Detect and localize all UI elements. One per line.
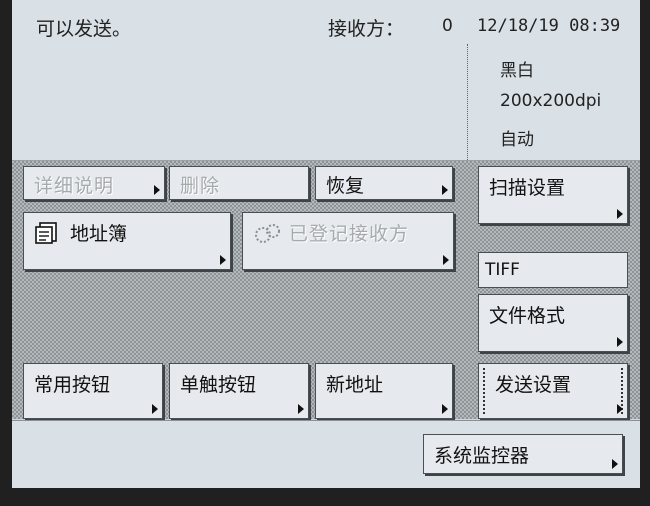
density: 自动 — [500, 130, 534, 150]
color-mode: 黑白 — [500, 61, 534, 81]
arrow-right-icon — [617, 209, 623, 219]
address-book-button[interactable]: 地址簿 — [23, 212, 231, 270]
arrow-right-icon — [154, 185, 160, 195]
address-book-label: 地址簿 — [70, 223, 128, 245]
address-book-icon — [35, 222, 57, 244]
arrow-right-icon — [617, 337, 623, 347]
details-button-label: 详细说明 — [34, 175, 115, 197]
status-panel: 可以发送。 接收方： 0 12/18/19 08:39 黑白 200x200dp… — [12, 0, 640, 161]
resolution: 200x200dpi — [500, 91, 602, 111]
scan-settings-label: 扫描设置 — [489, 177, 566, 199]
arrow-right-icon — [220, 255, 226, 265]
destinations-count: 0 — [442, 16, 453, 36]
arrow-right-icon — [612, 459, 618, 469]
arrow-right-icon — [442, 404, 448, 414]
registered-destinations-label: 已登记接收方 — [289, 223, 410, 245]
status-message: 可以发送。 — [36, 18, 132, 40]
system-monitor-label: 系统监控器 — [434, 445, 530, 467]
one-touch-button[interactable]: 单触按钮 — [169, 363, 309, 419]
restore-button[interactable]: 恢复 — [315, 166, 453, 200]
file-format-value: TIFF — [478, 252, 628, 288]
favorites-label: 常用按钮 — [34, 374, 111, 396]
arrow-right-icon — [152, 404, 158, 414]
new-address-button[interactable]: 新地址 — [315, 363, 453, 419]
arrow-right-icon — [443, 255, 449, 265]
registered-destinations-button[interactable]: 已登记接收方 — [242, 212, 454, 270]
favorites-button[interactable]: 常用按钮 — [23, 363, 163, 419]
scan-settings-summary: 黑白 200x200dpi 自动 — [467, 44, 640, 160]
arrow-right-icon — [617, 404, 623, 414]
restore-button-label: 恢复 — [326, 175, 365, 197]
send-settings-label: 发送设置 — [495, 374, 572, 396]
system-monitor-button[interactable]: 系统监控器 — [423, 434, 623, 474]
arrow-right-icon — [298, 404, 304, 414]
one-touch-label: 单触按钮 — [180, 374, 257, 396]
delete-button-label: 删除 — [180, 175, 221, 197]
registered-destinations-icon — [255, 224, 280, 243]
file-format-value-text: TIFF — [485, 260, 520, 280]
touch-screen: 可以发送。 接收方： 0 12/18/19 08:39 黑白 200x200dp… — [12, 0, 640, 488]
details-button[interactable]: 详细说明 — [23, 166, 165, 200]
arrow-right-icon — [442, 185, 448, 195]
destinations-label: 接收方： — [328, 18, 405, 40]
send-settings-button[interactable]: 发送设置 — [478, 363, 628, 419]
file-format-button[interactable]: 文件格式 — [478, 294, 628, 352]
new-address-label: 新地址 — [326, 374, 384, 396]
scan-settings-button[interactable]: 扫描设置 — [478, 166, 628, 224]
delete-button[interactable]: 删除 — [169, 166, 309, 200]
file-format-label: 文件格式 — [489, 305, 566, 327]
datetime: 12/18/19 08:39 — [477, 16, 621, 36]
